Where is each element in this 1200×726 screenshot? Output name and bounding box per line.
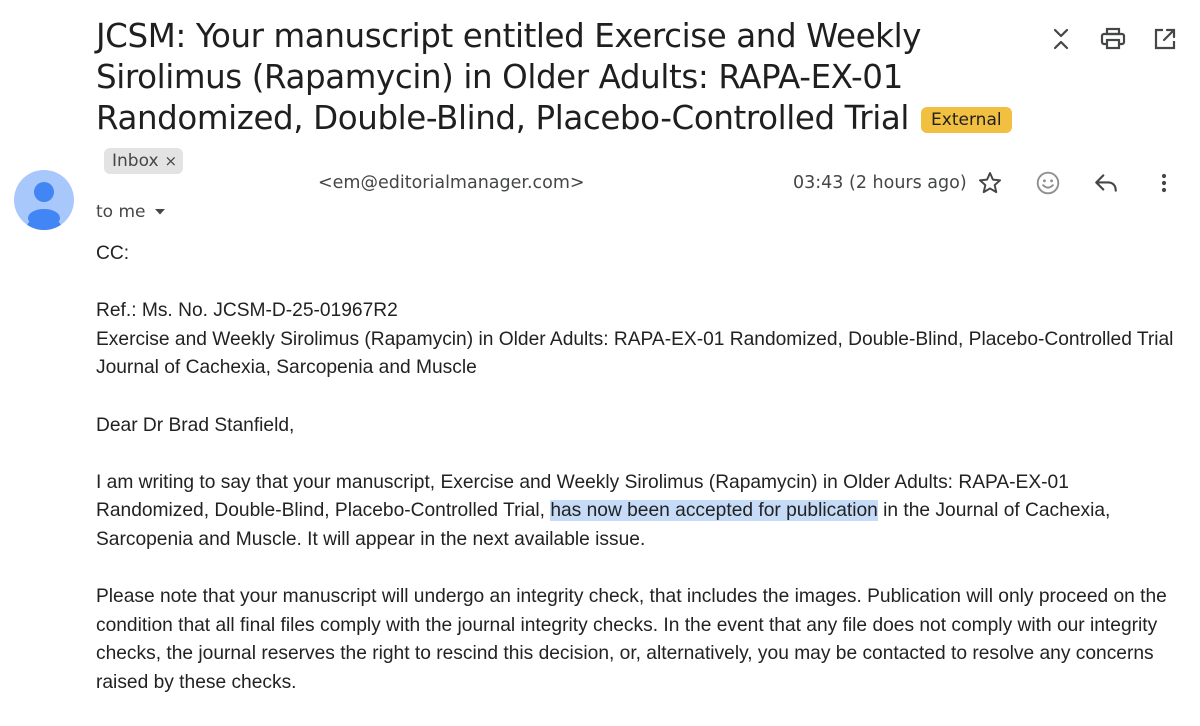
star-icon[interactable] <box>975 168 1005 198</box>
cc-line: CC: <box>96 243 130 264</box>
expand-collapse-icon[interactable] <box>1046 24 1076 54</box>
more-options-icon[interactable] <box>1149 168 1179 198</box>
reference-line: Ref.: Ms. No. JCSM-D-25-01967R2 <box>96 300 398 322</box>
remove-label-icon[interactable]: × <box>165 152 178 170</box>
highlighted-acceptance-text: has now been accepted for publication <box>550 500 878 522</box>
reply-icon[interactable] <box>1091 168 1121 198</box>
inbox-label[interactable]: Inbox × <box>104 148 184 174</box>
journal-line: Journal of Cachexia, Sarcopenia and Musc… <box>96 357 477 379</box>
emoji-reaction-icon[interactable] <box>1033 168 1063 198</box>
chevron-down-icon <box>154 209 165 215</box>
reference-block: Ref.: Ms. No. JCSM-D-25-01967R2 Exercise … <box>96 297 1181 383</box>
subject-text: JCSM: Your manuscript entitled Exercise … <box>96 17 922 137</box>
manuscript-title-line: Exercise and Weekly Sirolimus (Rapamycin… <box>96 328 1174 350</box>
print-icon[interactable] <box>1098 24 1128 54</box>
recipient-details-toggle[interactable]: to me <box>96 202 166 222</box>
person-icon <box>26 182 62 230</box>
email-body: CC: Ref.: Ms. No. JCSM-D-25-01967R2 Exerc… <box>96 240 1181 726</box>
email-subject: JCSM: Your manuscript entitled Exercise … <box>96 16 1036 180</box>
message-actions <box>975 168 1179 198</box>
message-timestamp: 03:43 (2 hours ago) <box>793 173 967 193</box>
sender-email[interactable]: <em@editorialmanager.com> <box>318 173 585 193</box>
external-label: External <box>921 107 1012 133</box>
recipient-text: to me <box>96 202 146 222</box>
sender-avatar[interactable] <box>14 170 74 230</box>
email-toolbar <box>1046 24 1180 54</box>
greeting: Dear Dr Brad Stanfield, <box>96 414 295 436</box>
open-in-new-window-icon[interactable] <box>1150 24 1180 54</box>
integrity-check-paragraph: Please note that your manuscript will un… <box>96 586 1167 693</box>
acceptance-paragraph: I am writing to say that your manuscript… <box>96 469 1181 555</box>
inbox-label-text: Inbox <box>112 151 159 171</box>
